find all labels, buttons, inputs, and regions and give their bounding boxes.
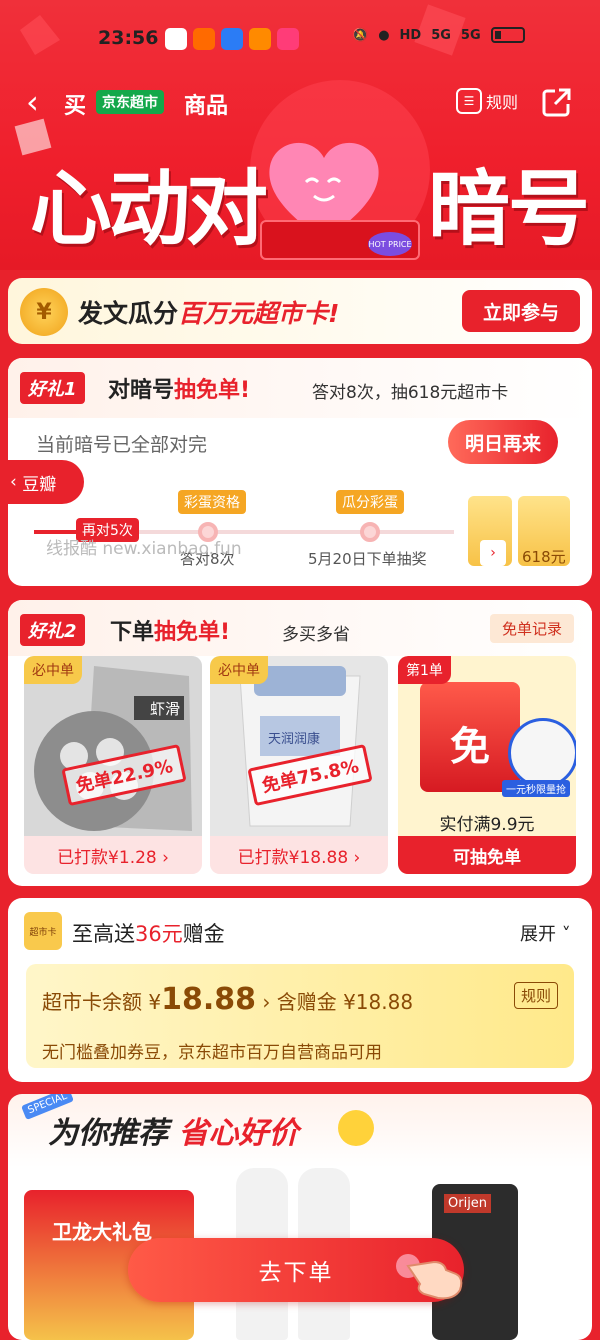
coupon-description: 无门槛叠加券豆，京东超市百万自营商品可用 bbox=[42, 1043, 382, 1063]
douban-label: 豆瓣 bbox=[22, 474, 57, 495]
pack-text: 虾滑 bbox=[150, 700, 181, 718]
coupon-rules-button[interactable]: 规则 bbox=[514, 982, 559, 1009]
egg-share-tag: 瓜分彩蛋 bbox=[336, 490, 404, 514]
free-order-record-button[interactable]: 免单记录 bbox=[490, 614, 575, 643]
supermarket-card-icon: 超市卡 bbox=[24, 912, 62, 950]
status-time: 23:56 bbox=[98, 27, 159, 49]
join-now-button[interactable]: 立即参与 bbox=[462, 290, 580, 332]
mute-icon: 🔕 bbox=[352, 27, 369, 43]
coupon-title-plain: 至高送 bbox=[72, 922, 135, 946]
product-card[interactable]: 必中单 虾滑 免单22.9% 已打款¥1.28 › bbox=[24, 656, 202, 874]
gift2-header: 好礼2 下单抽免单! 多买多省 免单记录 bbox=[8, 600, 592, 656]
back-button[interactable]: ‹ bbox=[26, 84, 39, 120]
hd-icon: HD bbox=[399, 27, 422, 43]
current-status: 当前暗号已全部对完 bbox=[36, 434, 208, 456]
product-badge: 第1单 bbox=[398, 656, 451, 684]
balance-currency: ¥ bbox=[148, 990, 162, 1014]
gift2-card: 好礼2 下单抽免单! 多买多省 免单记录 必中单 虾滑 免单22.9% 已打款¥… bbox=[8, 600, 592, 886]
rules-icon: ☰ bbox=[456, 88, 482, 114]
egg-qualify-tag: 彩蛋资格 bbox=[178, 490, 246, 514]
app-icon bbox=[277, 28, 299, 50]
coin-icon: ¥ bbox=[20, 288, 68, 336]
gift1-title-plain: 对暗号 bbox=[108, 378, 175, 403]
next-arrow-icon[interactable]: › bbox=[480, 540, 506, 566]
pack-text: 天润润康 bbox=[268, 732, 321, 747]
balance-label: 超市卡余额 bbox=[42, 990, 142, 1014]
product-badge: 必中单 bbox=[210, 656, 268, 684]
douban-side-tab[interactable]: ‹ 豆瓣 bbox=[0, 460, 84, 504]
gift-amount: 含赠金 ¥18.88 bbox=[276, 990, 414, 1014]
watermark: 线报酷 new.xianbao.fun bbox=[46, 539, 242, 559]
flash-sale-label: 一元秒限量抢 bbox=[502, 780, 570, 797]
gift1-title-highlight: 抽免单! bbox=[174, 378, 251, 403]
gift2-title-highlight: 抽免单! bbox=[154, 620, 231, 645]
gift2-tag: 好礼2 bbox=[20, 614, 85, 646]
nav-goods-label: 商品 bbox=[184, 94, 229, 119]
gift1-title: 对暗号抽免单! bbox=[108, 372, 250, 404]
product-card[interactable]: 第1单 免 一元秒限量抢 实付满9.9元 可抽免单 bbox=[398, 656, 576, 874]
bag-text: 免 bbox=[450, 724, 490, 770]
product-name: Orijen bbox=[444, 1194, 492, 1213]
app-icon bbox=[221, 28, 243, 50]
card-value-label: 618元 bbox=[522, 548, 566, 566]
gift2-title-plain: 下单 bbox=[110, 620, 155, 645]
gift1-header: 好礼1 对暗号抽免单! 答对8次，抽618元超市卡 bbox=[8, 358, 592, 418]
system-icons: 🔕 ● HD 5G 5G bbox=[352, 27, 525, 43]
signal-icon: 5G bbox=[460, 27, 481, 43]
rules-button[interactable]: ☰ 规则 bbox=[456, 88, 518, 114]
expand-button[interactable]: 展开 ˅ bbox=[520, 920, 571, 946]
notification-icons bbox=[165, 28, 299, 50]
nav-buy-label: 买 bbox=[64, 94, 87, 119]
balance-value: 18.88 bbox=[161, 982, 256, 1017]
recommend-section: SPECIAL 为你推荐 省心好价 卫龙大礼包 Orijen bbox=[8, 1094, 592, 1340]
chevron-right-icon: › bbox=[262, 990, 271, 1014]
share-icon[interactable] bbox=[541, 86, 573, 118]
hero-title-left: 心动对 bbox=[30, 162, 268, 257]
balance-line: 超市卡余额 ¥18.88 › 含赠金 ¥18.88 bbox=[42, 982, 413, 1017]
progress-node bbox=[360, 522, 380, 542]
status-bar: 23:56 🔕 ● HD 5G 5G bbox=[0, 0, 600, 72]
paid-amount-link[interactable]: 已打款¥1.28 › bbox=[24, 836, 202, 874]
taobao-icon bbox=[193, 28, 215, 50]
product-card[interactable]: 必中单 天润润康 免单75.8% 已打款¥18.88 › bbox=[210, 656, 388, 874]
gift1-tag: 好礼1 bbox=[20, 372, 85, 404]
recommend-title: 为你推荐 省心好价 bbox=[48, 1108, 298, 1152]
recommend-title-highlight: 省心好价 bbox=[178, 1116, 299, 1151]
rules-label: 规则 bbox=[486, 93, 519, 112]
hot-price-badge: HOT PRICE bbox=[368, 232, 412, 256]
coupon-title-tail: 赠金 bbox=[182, 922, 225, 946]
come-back-tomorrow-button[interactable]: 明日再来 bbox=[448, 420, 558, 464]
order-condition: 实付满9.9元 bbox=[439, 815, 535, 835]
coupon-title: 至高送36元赠金 bbox=[72, 918, 225, 948]
gift1-subtitle: 答对8次，抽618元超市卡 bbox=[312, 383, 509, 403]
product-name: 卫龙大礼包 bbox=[52, 1220, 152, 1244]
nav-bar: ‹ 买 京东超市 商品 ☰ 规则 bbox=[0, 84, 600, 124]
paid-amount-link[interactable]: 已打款¥18.88 › bbox=[210, 836, 388, 874]
promo-banner[interactable]: ¥ 发文瓜分百万元超市卡! 立即参与 bbox=[8, 278, 592, 344]
gift2-subtitle: 多买多省 bbox=[282, 625, 350, 645]
chevron-left-icon: ‹ bbox=[10, 472, 23, 492]
gift2-title: 下单抽免单! bbox=[110, 614, 230, 646]
banner-text: 发文瓜分百万元超市卡! bbox=[78, 294, 339, 330]
coupon-title-highlight: 36元 bbox=[135, 922, 183, 946]
pointing-hand-icon bbox=[396, 1254, 463, 1300]
app-icon bbox=[249, 28, 271, 50]
signal-icon: 5G bbox=[431, 27, 451, 43]
hero-title-right: 暗号 bbox=[428, 162, 590, 257]
supermarket-card-section: 超市卡 至高送36元赠金 展开 ˅ 超市卡余额 ¥18.88 › 含赠金 ¥18… bbox=[8, 898, 592, 1082]
draw-free-order-button[interactable]: 可抽免单 bbox=[398, 836, 576, 874]
banner-text-plain: 发文瓜分 bbox=[78, 299, 179, 328]
banner-text-highlight: 百万元超市卡! bbox=[178, 299, 340, 328]
step2-label: 5月20日下单抽奖 bbox=[308, 550, 427, 568]
product-badge: 必中单 bbox=[24, 656, 82, 684]
app-icon bbox=[165, 28, 187, 50]
balance-box[interactable]: 超市卡余额 ¥18.88 › 含赠金 ¥18.88 规则 无门槛叠加券豆，京东超… bbox=[26, 964, 574, 1068]
smile-icon bbox=[338, 1110, 374, 1146]
flash-sale-sticker bbox=[508, 718, 576, 788]
location-icon: ● bbox=[378, 27, 390, 43]
battery-icon bbox=[490, 27, 525, 43]
jd-supermarket-tag: 京东超市 bbox=[96, 90, 164, 114]
recommend-title-plain: 为你推荐 bbox=[48, 1116, 168, 1151]
